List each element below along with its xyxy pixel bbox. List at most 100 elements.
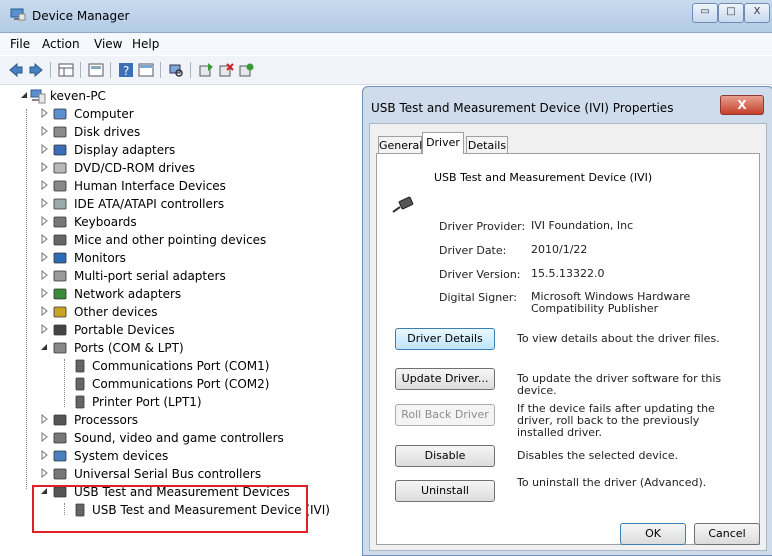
tree-root-label: keven-PC: [50, 89, 106, 103]
collapse-arrow-icon[interactable]: [20, 90, 28, 100]
expand-arrow-icon[interactable]: [40, 108, 48, 118]
window-title: Device Manager: [32, 9, 130, 23]
driver-tab-panel: USB Test and Measurement Device (IVI) Dr…: [376, 153, 760, 545]
expand-arrow-icon[interactable]: [40, 270, 48, 280]
expand-arrow-icon[interactable]: [40, 216, 48, 226]
tree-category[interactable]: Other devices: [40, 303, 340, 321]
minimize-button[interactable]: ▭: [692, 3, 718, 23]
tree-category[interactable]: Portable Devices: [40, 321, 340, 339]
tree-category[interactable]: Ports (COM & LPT): [40, 339, 340, 357]
tree-category[interactable]: System devices: [40, 447, 340, 465]
tree-category[interactable]: Network adapters: [40, 285, 340, 303]
disk-icon: [53, 126, 67, 138]
forward-icon[interactable]: [28, 62, 44, 78]
tree-category-label: Monitors: [74, 251, 126, 265]
expand-arrow-icon[interactable]: [40, 198, 48, 208]
expand-arrow-icon[interactable]: [40, 450, 48, 460]
tree-category[interactable]: Computer: [40, 105, 340, 123]
tree-device[interactable]: Printer Port (LPT1): [72, 393, 332, 411]
unknown-device-icon: [53, 306, 67, 318]
tab-driver[interactable]: Driver: [422, 132, 464, 154]
back-icon[interactable]: [8, 62, 24, 78]
menu-file[interactable]: File: [10, 37, 30, 51]
expand-arrow-icon[interactable]: [40, 414, 48, 424]
digital-signer-label: Digital Signer:: [439, 291, 517, 304]
toolbar-separator: [110, 62, 111, 78]
tree-category-label: Universal Serial Bus controllers: [74, 467, 262, 481]
roll-back-driver-button[interactable]: Roll Back Driver: [395, 404, 495, 426]
disable-desc: Disables the selected device.: [517, 449, 679, 462]
tree-category[interactable]: Keyboards: [40, 213, 340, 231]
mouse-icon: [53, 234, 67, 246]
dialog-close-button[interactable]: X: [720, 95, 764, 115]
tree-category[interactable]: Disk drives: [40, 123, 340, 141]
disable-button[interactable]: Disable: [395, 445, 495, 467]
tree-category[interactable]: Processors: [40, 411, 340, 429]
uninstall-button[interactable]: Uninstall: [395, 480, 495, 502]
scan-hardware-icon[interactable]: [168, 62, 184, 78]
tree-category[interactable]: Monitors: [40, 249, 340, 267]
expand-arrow-icon[interactable]: [40, 432, 48, 442]
help-icon[interactable]: ?: [118, 62, 134, 78]
expand-arrow-icon[interactable]: [40, 144, 48, 154]
processor-icon: [53, 414, 67, 426]
enable-icon[interactable]: [238, 62, 254, 78]
update-driver-button[interactable]: Update Driver...: [395, 368, 495, 390]
collapse-arrow-icon[interactable]: [40, 342, 48, 352]
tree-category-label: Sound, video and game controllers: [74, 431, 284, 445]
tree-category[interactable]: Human Interface Devices: [40, 177, 340, 195]
show-hidden-icon[interactable]: [88, 62, 104, 78]
tree-category-label: DVD/CD-ROM drives: [74, 161, 196, 175]
port-icon: [75, 377, 85, 391]
tree-category[interactable]: Multi-port serial adapters: [40, 267, 340, 285]
tree-category-label: Human Interface Devices: [74, 179, 226, 193]
tree-category[interactable]: DVD/CD-ROM drives: [40, 159, 340, 177]
dvd-icon: [53, 162, 67, 174]
driver-details-button[interactable]: Driver Details: [395, 328, 495, 350]
driver-version-label: Driver Version:: [439, 268, 521, 281]
expand-arrow-icon[interactable]: [40, 234, 48, 244]
expand-arrow-icon[interactable]: [40, 468, 48, 478]
tree-category[interactable]: Universal Serial Bus controllers: [40, 465, 340, 483]
tree-category-label: Multi-port serial adapters: [74, 269, 226, 283]
tree-device[interactable]: Communications Port (COM1): [72, 357, 332, 375]
tree-root[interactable]: keven-PC: [20, 87, 140, 105]
menu-view[interactable]: View: [94, 37, 122, 51]
properties-grid-icon[interactable]: [58, 62, 74, 78]
tree-category[interactable]: Sound, video and game controllers: [40, 429, 340, 447]
tree-device[interactable]: Communications Port (COM2): [72, 375, 332, 393]
tab-details[interactable]: Details: [466, 136, 508, 154]
expand-arrow-icon[interactable]: [40, 324, 48, 334]
expand-arrow-icon[interactable]: [40, 288, 48, 298]
port-icon: [75, 359, 85, 373]
expand-arrow-icon[interactable]: [40, 252, 48, 262]
expand-arrow-icon[interactable]: [40, 306, 48, 316]
tree-category-label: System devices: [74, 449, 169, 463]
device-view-icon[interactable]: [138, 62, 154, 78]
cancel-button[interactable]: Cancel: [694, 523, 760, 545]
portable-icon: [53, 324, 67, 336]
computer-icon: [53, 108, 67, 120]
menu-help[interactable]: Help: [132, 37, 159, 51]
update-driver-icon[interactable]: [198, 62, 214, 78]
hid-icon: [53, 180, 67, 192]
tree-category[interactable]: Display adapters: [40, 141, 340, 159]
tree-category-label: Disk drives: [74, 125, 141, 139]
expand-arrow-icon[interactable]: [40, 162, 48, 172]
svg-text:?: ?: [123, 64, 129, 78]
maximize-button[interactable]: □: [718, 3, 744, 23]
usb-plug-icon: [392, 196, 414, 213]
close-button[interactable]: X: [744, 3, 770, 23]
tree-category[interactable]: IDE ATA/ATAPI controllers: [40, 195, 340, 213]
tree-category[interactable]: Mice and other pointing devices: [40, 231, 340, 249]
expand-arrow-icon[interactable]: [40, 126, 48, 136]
toolbar: ?: [0, 56, 772, 85]
toolbar-separator: [50, 62, 51, 78]
digital-signer-value: Microsoft Windows Hardware Compatibility…: [531, 290, 691, 315]
menu-action[interactable]: Action: [42, 37, 80, 51]
uninstall-icon[interactable]: [218, 62, 234, 78]
expand-arrow-icon[interactable]: [40, 180, 48, 190]
update-driver-desc: To update the driver software for this d…: [517, 372, 722, 397]
ok-button[interactable]: OK: [620, 523, 686, 545]
tab-general[interactable]: General: [378, 136, 422, 154]
